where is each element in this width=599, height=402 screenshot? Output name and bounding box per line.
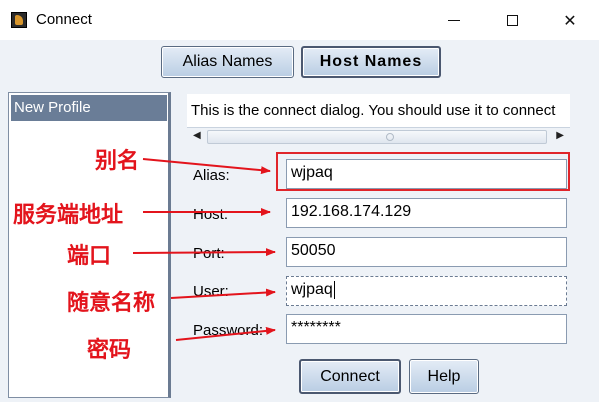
port-label: Port: bbox=[193, 245, 225, 262]
scroll-right-icon[interactable]: ▶ bbox=[556, 130, 564, 141]
profile-item-new-profile[interactable]: New Profile bbox=[11, 95, 167, 121]
annotation-host: 服务端地址 bbox=[13, 202, 124, 228]
description-text: This is the connect dialog. You should u… bbox=[191, 102, 556, 119]
host-label: Host: bbox=[193, 206, 229, 223]
alias-names-button[interactable]: Alias Names bbox=[161, 46, 294, 78]
scroll-left-icon[interactable]: ◀ bbox=[193, 130, 201, 141]
horizontal-scrollbar[interactable]: ◀ ▶ bbox=[187, 127, 570, 146]
port-field[interactable]: 50050 bbox=[286, 237, 567, 267]
user-label: User: bbox=[193, 283, 229, 300]
password-field[interactable]: ******** bbox=[286, 314, 567, 344]
annotation-password: 密码 bbox=[87, 337, 132, 363]
user-field-value: wjpaq bbox=[291, 281, 333, 299]
maximize-icon bbox=[506, 14, 518, 26]
host-names-button[interactable]: Host Names bbox=[301, 46, 441, 78]
annotation-user: 随意名称 bbox=[67, 290, 156, 316]
app-icon bbox=[11, 12, 27, 28]
window-title: Connect bbox=[36, 11, 92, 28]
close-button[interactable]: ✕ bbox=[547, 0, 593, 40]
annotation-port: 端口 bbox=[67, 243, 112, 269]
scroll-thumb[interactable] bbox=[207, 130, 547, 144]
connect-dialog: Alias Names Host Names New Profile This … bbox=[0, 40, 599, 402]
connect-button[interactable]: Connect bbox=[299, 359, 401, 394]
annotation-alias: 别名 bbox=[95, 148, 140, 174]
alias-label: Alias: bbox=[193, 167, 230, 184]
scroll-grip-icon bbox=[386, 133, 394, 141]
user-field[interactable]: wjpaq bbox=[286, 276, 567, 306]
minimize-icon bbox=[448, 19, 460, 21]
minimize-button[interactable] bbox=[431, 0, 477, 40]
title-bar: Connect ✕ bbox=[0, 0, 599, 40]
close-icon: ✕ bbox=[563, 10, 577, 30]
text-caret bbox=[333, 281, 335, 299]
password-label: Password: bbox=[193, 322, 264, 339]
host-field[interactable]: 192.168.174.129 bbox=[286, 198, 567, 228]
alias-highlight-box bbox=[276, 152, 570, 191]
help-button[interactable]: Help bbox=[409, 359, 479, 394]
maximize-button[interactable] bbox=[489, 0, 535, 40]
